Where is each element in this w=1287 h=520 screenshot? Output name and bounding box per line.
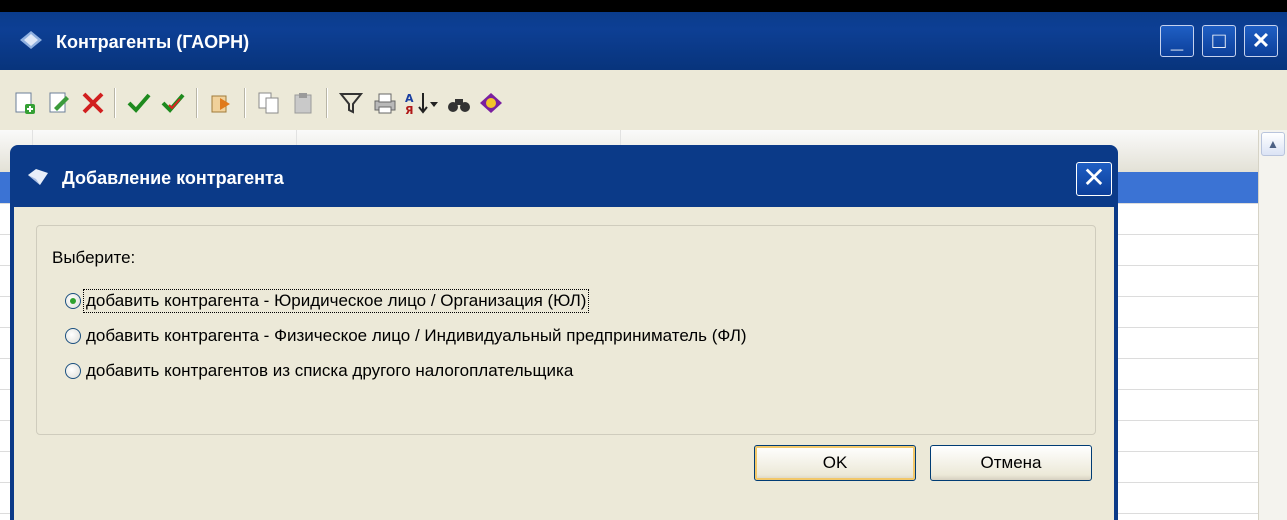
main-titlebar[interactable]: Контрагенты (ГАОРН) _ □ ✕ [0, 12, 1287, 70]
check-all-icon[interactable] [160, 90, 186, 116]
radio-individual[interactable] [65, 328, 81, 344]
choose-label: Выберите: [52, 248, 136, 267]
add-record-icon[interactable] [12, 90, 38, 116]
dialog-title: Добавление контрагента [62, 168, 284, 188]
main-window-title: Контрагенты (ГАОРН) [56, 32, 250, 52]
copy-to-icon[interactable] [208, 90, 234, 116]
add-counterparty-dialog: Добавление контрагента ✕ Выберите: добав… [10, 145, 1118, 520]
option-legal-entity-label[interactable]: добавить контрагента - Юридическое лицо … [82, 289, 590, 313]
minimize-button[interactable]: _ [1160, 25, 1194, 57]
radio-legal-entity[interactable] [65, 293, 81, 309]
edit-record-icon[interactable] [46, 90, 72, 116]
option-from-other-taxpayer[interactable]: добавить контрагентов из списка другого … [65, 359, 575, 383]
dialog-body: Выберите: добавить контрагента - Юридиче… [14, 207, 1114, 520]
find-icon[interactable] [446, 90, 472, 116]
close-button[interactable]: ✕ [1244, 25, 1278, 57]
dialog-close-button[interactable]: ✕ [1076, 162, 1112, 196]
vertical-scrollbar[interactable]: ▲ [1258, 130, 1287, 520]
option-from-other-taxpayer-label[interactable]: добавить контрагентов из списка другого … [84, 360, 575, 382]
option-legal-entity[interactable]: добавить контрагента - Юридическое лицо … [65, 289, 590, 313]
dropdown-arrow-icon[interactable] [428, 90, 440, 116]
option-individual[interactable]: добавить контрагента - Физическое лицо /… [65, 324, 749, 348]
copy-icon[interactable] [256, 90, 282, 116]
ok-button[interactable]: OK [754, 445, 916, 481]
check-icon[interactable] [126, 90, 152, 116]
maximize-button[interactable]: □ [1202, 25, 1236, 57]
toolbar: А Я [0, 70, 1287, 131]
help-book-icon[interactable] [478, 90, 504, 116]
counterparties-app-icon [20, 31, 42, 49]
scroll-up-arrow-icon[interactable]: ▲ [1261, 132, 1285, 156]
option-individual-label[interactable]: добавить контрагента - Физическое лицо /… [84, 325, 749, 347]
cancel-button[interactable]: Отмена [930, 445, 1092, 481]
choice-group-box: Выберите: добавить контрагента - Юридиче… [36, 225, 1096, 435]
dialog-app-icon [28, 169, 48, 185]
filter-icon[interactable] [338, 90, 364, 116]
sort-icon[interactable]: А Я [404, 90, 430, 116]
svg-text:Я: Я [405, 104, 413, 116]
dialog-titlebar[interactable]: Добавление контрагента ✕ [10, 145, 1118, 207]
paste-icon[interactable] [290, 90, 316, 116]
radio-from-other-taxpayer[interactable] [65, 363, 81, 379]
delete-icon[interactable] [80, 90, 106, 116]
print-icon[interactable] [372, 90, 398, 116]
